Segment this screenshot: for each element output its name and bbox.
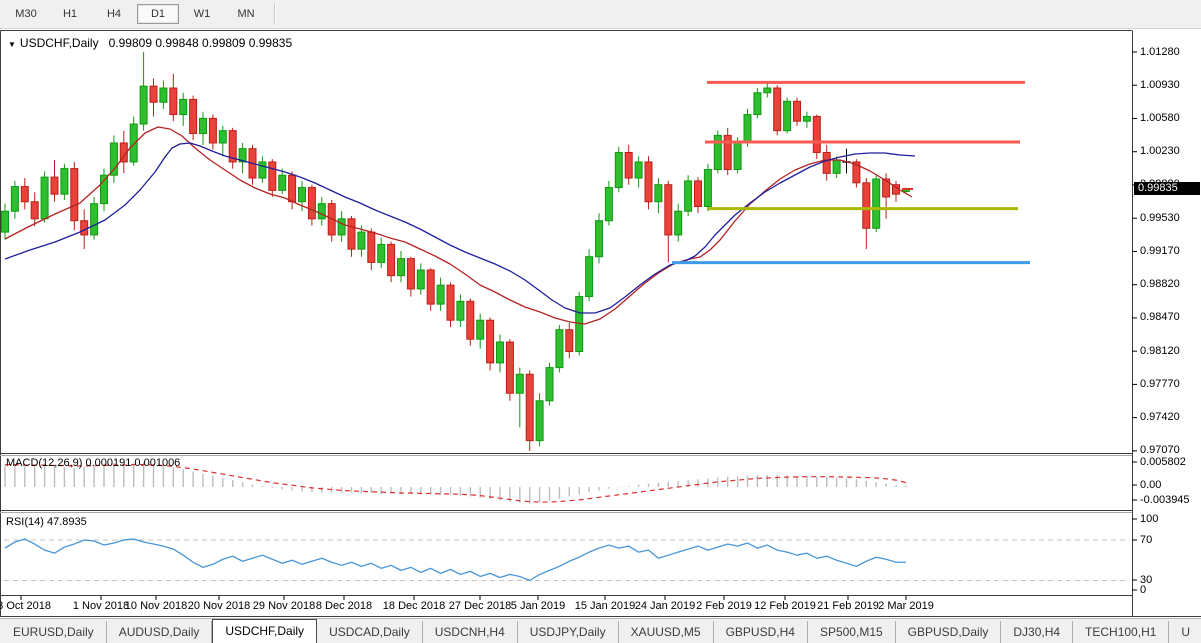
timeframe-button-h4[interactable]: H4: [93, 4, 135, 24]
date-label: 20 Nov 2018: [188, 600, 250, 612]
chart-tab-xauusd-m5[interactable]: XAUUSD,M5: [619, 621, 714, 643]
chart-tab-dj30-h4[interactable]: DJ30,H4: [1001, 621, 1073, 643]
date-label: 23 Oct 2018: [0, 600, 51, 612]
price-label: 0.97070: [1140, 445, 1198, 456]
rsi-label: RSI(14) 47.8935: [6, 516, 87, 528]
price-label: 0.97420: [1140, 412, 1198, 423]
ohlc-quote: 0.99809 0.99848 0.99809 0.99835: [109, 36, 293, 50]
indicator-scale-label: 100: [1140, 514, 1198, 525]
chart-tab-usdcad-daily[interactable]: USDCAD,Daily: [317, 621, 423, 643]
chevron-down-icon[interactable]: ▼: [8, 40, 16, 49]
date-label: 1 Nov 2018: [73, 600, 129, 612]
date-label: 2 Mar 2019: [878, 600, 934, 612]
price-label: 0.99170: [1140, 246, 1198, 257]
rsi-value: 47.8935: [47, 516, 87, 528]
chart-tab-audusd-daily[interactable]: AUDUSD,Daily: [107, 621, 213, 643]
date-label: 10 Nov 2018: [125, 600, 187, 612]
chart-tabbar: EURUSD,DailyAUDUSD,DailyUSDCHF,DailyUSDC…: [0, 618, 1201, 643]
date-label: 24 Jan 2019: [635, 600, 696, 612]
timeframe-button-d1[interactable]: D1: [137, 4, 179, 24]
timeframe-button-m30[interactable]: M30: [5, 4, 47, 24]
date-label: 21 Feb 2019: [817, 600, 879, 612]
date-label: 27 Dec 2018: [449, 600, 511, 612]
chart-tab-usdchf-daily[interactable]: USDCHF,Daily: [212, 619, 317, 643]
macd-label: MACD(12,26,9) 0.000191 0.001006: [6, 457, 180, 469]
timeframe-button-h1[interactable]: H1: [49, 4, 91, 24]
chart-tab-u[interactable]: U: [1169, 621, 1201, 643]
price-label: 0.98120: [1140, 346, 1198, 357]
chart-canvas[interactable]: [0, 30, 1201, 618]
symbol-label: USDCHF,Daily: [20, 36, 99, 50]
macd-values: 0.000191 0.001006: [85, 457, 180, 469]
date-label: 18 Dec 2018: [383, 600, 445, 612]
date-label: 2 Feb 2019: [696, 600, 752, 612]
chart-tab-tech100-h1[interactable]: TECH100,H1: [1073, 621, 1169, 643]
chart-tab-eurusd-daily[interactable]: EURUSD,Daily: [0, 621, 107, 643]
indicator-scale-label: 0.00: [1140, 480, 1198, 491]
chart-title: ▼ USDCHF,Daily 0.99809 0.99848 0.99809 0.9…: [8, 36, 292, 50]
date-label: 29 Nov 2018: [253, 600, 315, 612]
price-label: 1.01280: [1140, 47, 1198, 58]
mt4-window: M30H1H4D1W1MN ▼ USDCHF,Daily 0.99809 0.998…: [0, 0, 1201, 643]
chart-window[interactable]: ▼ USDCHF,Daily 0.99809 0.99848 0.99809 0.9…: [0, 30, 1201, 617]
price-label: 0.97770: [1140, 379, 1198, 390]
timeframe-button-mn[interactable]: MN: [225, 4, 267, 24]
date-label: 8 Dec 2018: [316, 600, 372, 612]
indicator-scale-label: 0: [1140, 585, 1198, 596]
price-label: 0.98470: [1140, 312, 1198, 323]
chart-tab-gbpusd-h4[interactable]: GBPUSD,H4: [714, 621, 808, 643]
chart-tab-sp500-m15[interactable]: SP500,M15: [808, 621, 896, 643]
price-label: 1.00230: [1140, 146, 1198, 157]
chart-tab-usdcnh-h4[interactable]: USDCNH,H4: [423, 621, 518, 643]
chart-tab-usdjpy-daily[interactable]: USDJPY,Daily: [518, 621, 619, 643]
indicator-scale-label: 0.005802: [1140, 457, 1198, 468]
indicator-scale-label: 70: [1140, 535, 1198, 546]
current-price-badge: 0.99835: [1134, 182, 1200, 195]
price-label: 1.00930: [1140, 80, 1198, 91]
date-label: 5 Jan 2019: [511, 600, 565, 612]
chart-tab-gbpusd-daily[interactable]: GBPUSD,Daily: [896, 621, 1002, 643]
toolbar-separator: [274, 3, 276, 25]
timeframe-button-w1[interactable]: W1: [181, 4, 223, 24]
price-label: 1.00580: [1140, 113, 1198, 124]
price-label: 0.99530: [1140, 213, 1198, 224]
date-label: 15 Jan 2019: [575, 600, 636, 612]
timeframe-toolbar: M30H1H4D1W1MN: [0, 0, 1201, 29]
indicator-scale-label: -0.003945: [1140, 495, 1198, 506]
price-label: 0.98820: [1140, 279, 1198, 290]
date-label: 12 Feb 2019: [754, 600, 816, 612]
